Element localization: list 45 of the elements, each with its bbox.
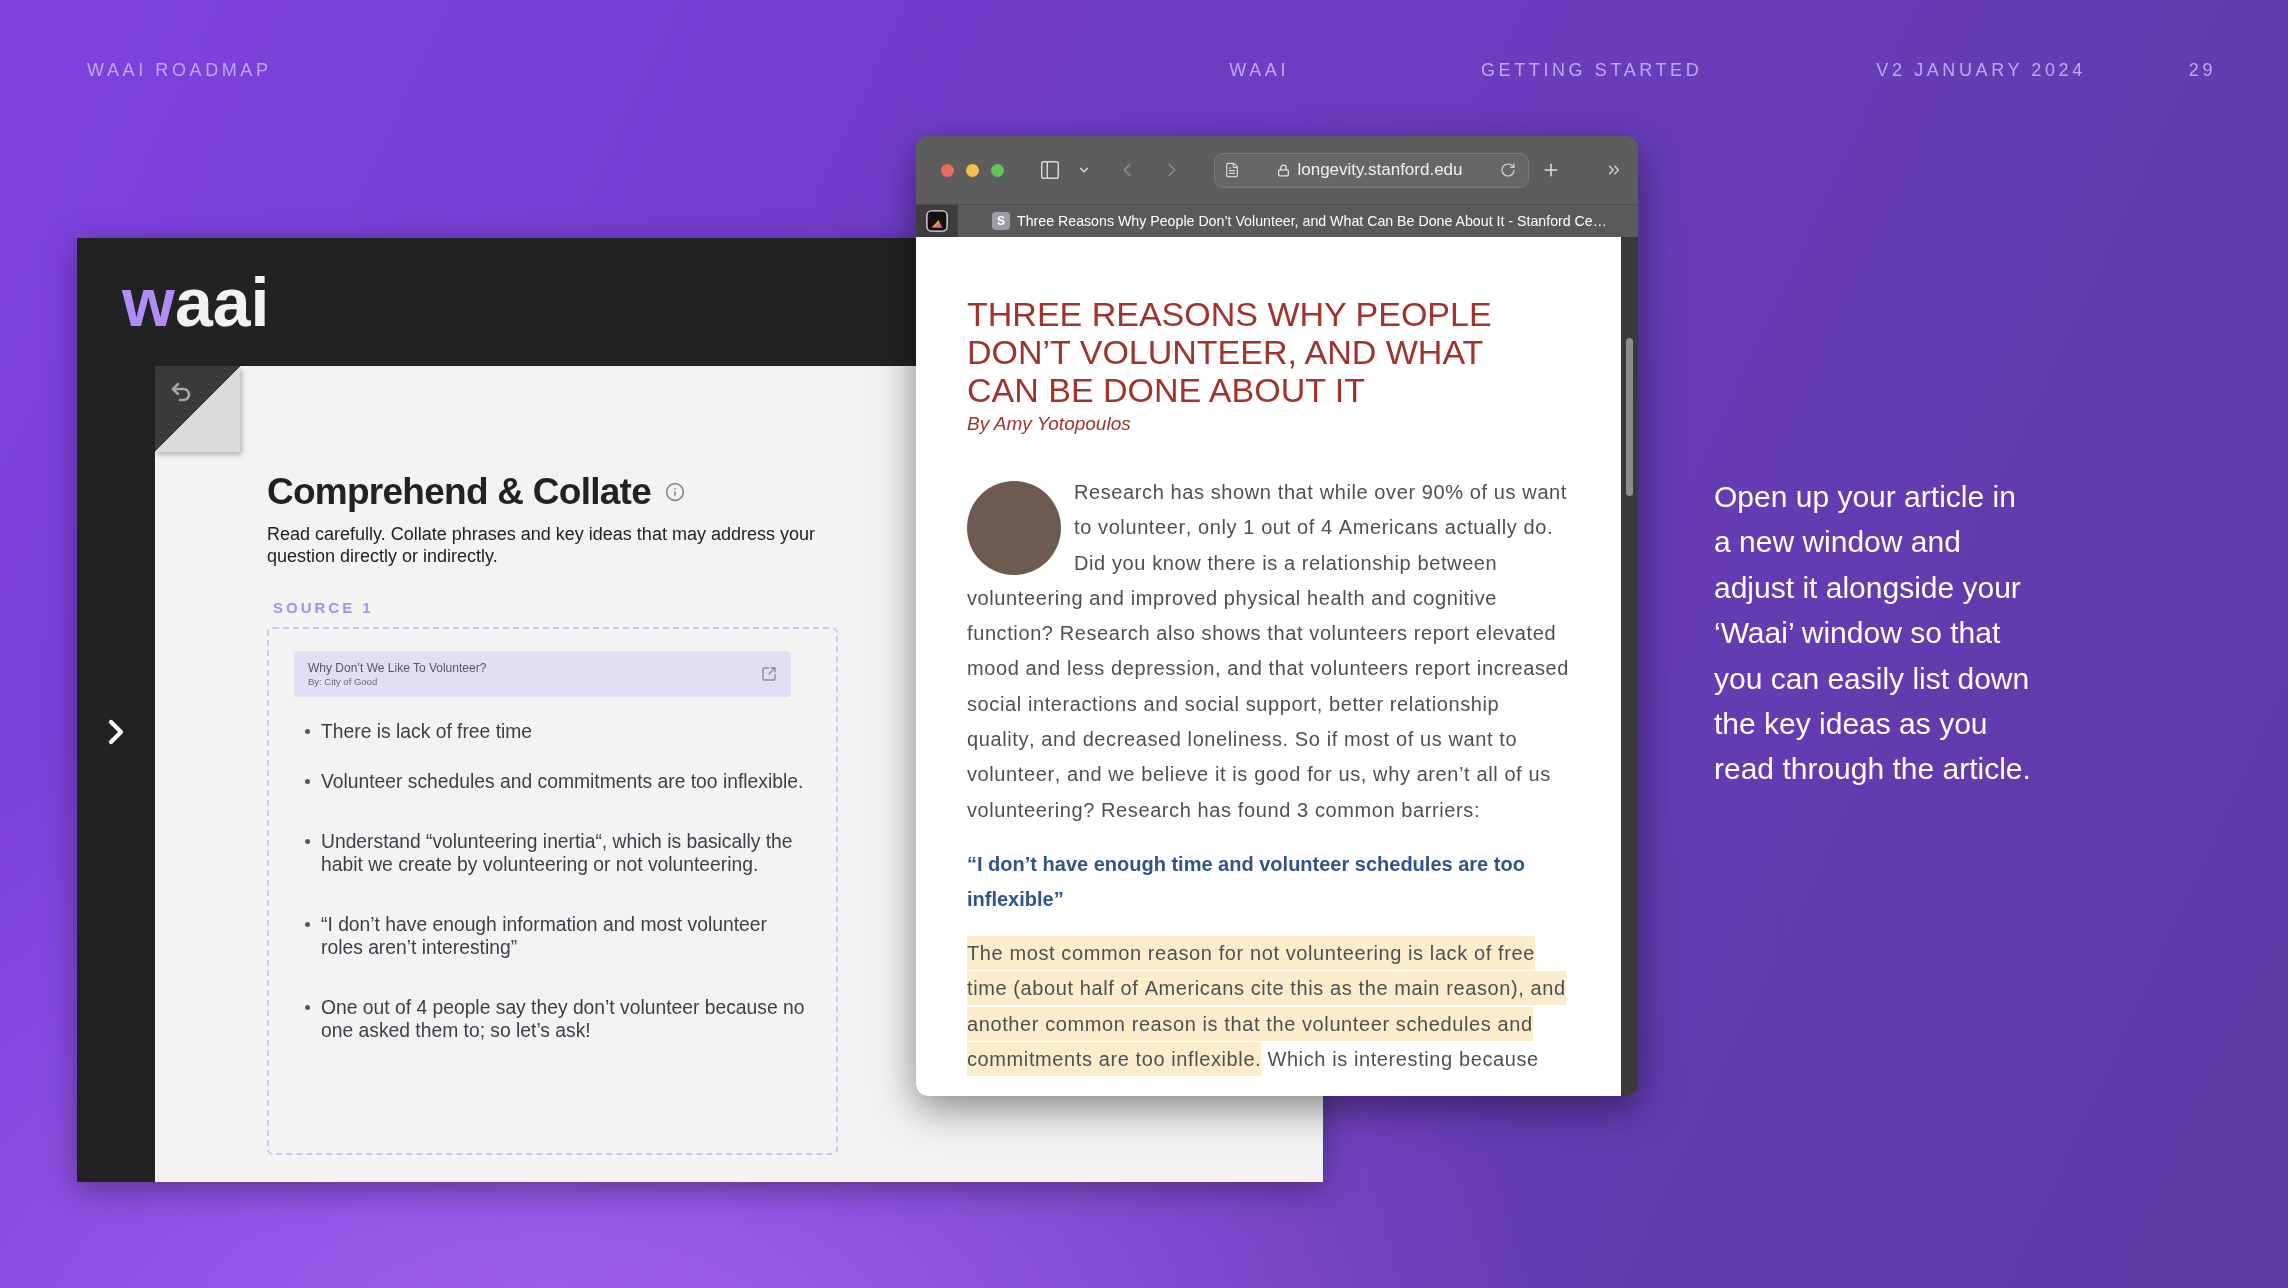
undo-icon [169, 380, 193, 404]
instructions-text: Read carefully. Collate phrases and key ideas that may address your question directly or indirectly. [267, 523, 816, 567]
source-byline: By: City of Good [308, 675, 379, 688]
external-link-icon[interactable] [761, 666, 777, 682]
page-icon[interactable] [1224, 162, 1240, 178]
close-window-icon[interactable] [941, 163, 954, 177]
header-label: GETTING STARTED [1481, 59, 1703, 82]
page-corner-button[interactable] [155, 366, 240, 452]
tab-title: Three Reasons Why People Don’t Volunteer, and What Can Be Done About It - Stanford Ce… [1017, 212, 1607, 230]
minimize-window-icon[interactable] [966, 163, 979, 177]
key-idea-text: Volunteer schedules and commitments are too inflexible. [321, 770, 805, 793]
slide-title: WAAI ROADMAP [87, 59, 272, 82]
sidebar-icon[interactable] [1039, 159, 1061, 181]
key-idea-text: One out of 4 people say they don’t volunteer because no one asked them to; so let’s ask! [321, 996, 806, 1042]
bullet-icon [305, 839, 310, 844]
reload-icon[interactable] [1500, 162, 1516, 178]
waai-logo: waai [122, 268, 270, 336]
zoom-window-icon[interactable] [991, 163, 1004, 177]
article-intro-text: Research has shown that while over 90% of us want to volunteer, only 1 out of 4 Americans actually do. Did you know there is a relationship between [1074, 480, 1568, 576]
caption-text: Open up your article in a new window and adjust it alongside your ‘Waai’ window so that you can easily list down the key ideas as you read through the article. [1714, 479, 2032, 788]
bullet-icon [305, 779, 310, 784]
header-label: WAAI [1229, 59, 1289, 82]
section-title: Comprehend & Collate [267, 470, 652, 514]
scrollbar-thumb[interactable] [1626, 338, 1633, 496]
key-idea-text: “I don’t have enough information and most volunteer roles aren’t interesting” [321, 913, 768, 959]
page-number: 29 [2188, 59, 2216, 82]
app-icon[interactable] [926, 210, 948, 232]
bullet-icon [305, 729, 310, 734]
header-label: V2 JANUARY 2024 [1876, 59, 2086, 82]
article-subheading: “I don’t have enough time and volunteer schedules are too inflexible” [967, 851, 1526, 912]
site-favicon: S [992, 212, 1010, 230]
article-byline: By Amy Yotopoulos [967, 412, 1132, 436]
key-idea-text: Understand “volunteering inertia“, which is basically the habit we create by volunteering or not volunteering. [321, 830, 794, 876]
article-title: THREE REASONS WHY PEOPLE DON’T VOLUNTEER, AND WHAT CAN BE DONE ABOUT IT [967, 295, 1493, 409]
source-label: SOURCE 1 [273, 599, 374, 617]
source-title: Why Don’t We Like To Volunteer? [308, 660, 487, 676]
info-icon[interactable] [665, 482, 686, 502]
url-text: longevity.stanford.edu [1297, 160, 1463, 180]
source-card[interactable]: Why Don’t We Like To Volunteer? By: City of Good [294, 651, 791, 697]
lock-icon [1277, 163, 1291, 177]
bullet-icon [305, 1005, 310, 1010]
article-intro-text: volunteering and improved physical health and cognitive function? Research also shows that volunteers report elevated mood and less depression, and that volunteers report increased social interactions and social support, better relationship quality, and decreased loneliness. So if most of us want to volunteer, and we believe it is good for us, why aren’t all of us volunteering? Research has found 3 common barriers: [967, 585, 1570, 823]
bullet-icon [305, 922, 310, 927]
key-idea-text: There is lack of free time [321, 720, 534, 743]
address-field[interactable]: longevity.stanford.edu [1214, 152, 1529, 188]
